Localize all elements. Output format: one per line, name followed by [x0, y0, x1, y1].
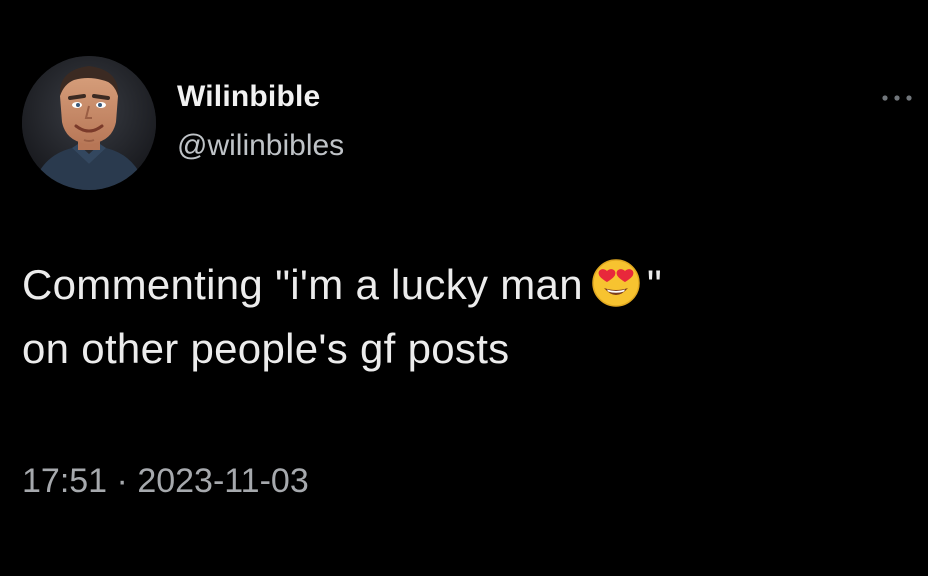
handle[interactable]: @wilinbibles	[177, 129, 344, 163]
more-options-icon[interactable]	[875, 86, 919, 110]
tweet-time: 17:51	[22, 462, 108, 500]
tweet-text-part-1: Commenting "i'm a lucky man	[22, 261, 583, 308]
tweet-line-2: on other people's gf posts	[22, 325, 510, 372]
tweet-date: 2023-11-03	[137, 462, 309, 500]
avatar[interactable]	[22, 56, 156, 190]
tweet-text-part-2: "	[646, 261, 663, 308]
heart-eyes-emoji-icon	[591, 258, 641, 308]
tweet-line-1: Commenting "i'm a lucky man "	[22, 253, 902, 317]
display-name[interactable]: Wilinbible	[177, 80, 320, 114]
tweet-card: Wilinbible @wilinbibles Commenting "i'm …	[0, 0, 928, 576]
tweet-timestamp[interactable]: 17:51 · 2023-11-03	[22, 462, 309, 501]
timestamp-separator: ·	[116, 462, 128, 500]
avatar-image	[22, 56, 156, 190]
tweet-text: Commenting "i'm a lucky man " on other p…	[22, 253, 902, 381]
